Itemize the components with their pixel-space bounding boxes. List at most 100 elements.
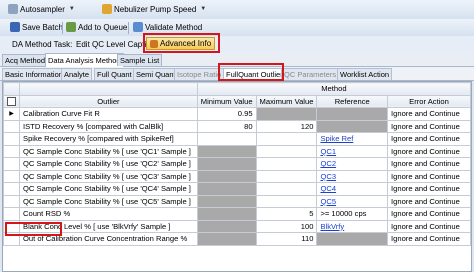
max-value-cell[interactable]: 110 [255, 232, 318, 246]
outlier-cell[interactable]: Count RSD % [19, 207, 198, 221]
table-row[interactable]: ISTD Recovery % [compared with CalBlk] 80… [3, 119, 471, 133]
error-action-cell[interactable]: Ignore and Continue [387, 119, 471, 133]
table-row[interactable]: Blank Conc Level % [ use 'BlkVrfy' Sampl… [3, 219, 471, 233]
table-row[interactable]: ▶ Calibration Curve Fit R 0.95 Ignore and C… [3, 107, 471, 121]
min-value-cell[interactable] [196, 182, 257, 196]
table-row[interactable]: QC Sample Conc Stability % [ use 'QC5' S… [3, 194, 471, 208]
error-action-cell[interactable]: Ignore and Continue [387, 219, 471, 233]
tab-data-analysis-method[interactable]: Data Analysis Method [45, 53, 124, 67]
outlier-cell[interactable]: QC Sample Conc Stability % [ use 'QC2' S… [19, 157, 198, 171]
reference-cell[interactable]: QC3 [316, 169, 389, 183]
max-value-cell[interactable] [255, 107, 318, 121]
row-indicator [3, 182, 20, 196]
table-row[interactable]: Spike Recovery % [compared with SpikeRef… [3, 132, 471, 146]
min-value-cell[interactable] [196, 169, 257, 183]
outlier-cell[interactable]: QC Sample Conc Stability % [ use 'QC5' S… [19, 194, 198, 208]
nebulizer-dropdown[interactable]: Nebulizer Pump Speed ▼ [102, 4, 206, 14]
tab-qc-parameters[interactable]: QC Parameters [281, 68, 340, 80]
row-indicator [3, 119, 20, 133]
max-value-cell[interactable] [255, 194, 318, 208]
outlier-cell[interactable]: QC Sample Conc Stability % [ use 'QC1' S… [19, 144, 198, 158]
tab-semi-quant[interactable]: Semi Quant [133, 68, 179, 80]
reference-link[interactable]: Spike Ref [320, 134, 353, 143]
reference-link[interactable]: QC3 [320, 172, 336, 181]
reference-cell[interactable] [316, 119, 389, 133]
reference-cell[interactable]: QC5 [316, 194, 389, 208]
min-value-cell[interactable] [196, 194, 257, 208]
reference-link[interactable]: QC2 [320, 159, 336, 168]
min-value-cell[interactable] [196, 207, 257, 221]
select-all-checkbox[interactable] [7, 97, 16, 106]
error-action-cell[interactable]: Ignore and Continue [387, 194, 471, 208]
outlier-cell[interactable]: ISTD Recovery % [compared with CalBlk] [19, 119, 198, 133]
max-value-cell[interactable] [255, 132, 318, 146]
max-value-cell[interactable] [255, 144, 318, 158]
reference-cell[interactable] [316, 107, 389, 121]
reference-cell[interactable] [316, 232, 389, 246]
tab-isotope-ratio[interactable]: Isotope Ratio [174, 68, 225, 80]
min-value-cell[interactable] [196, 144, 257, 158]
validate-method-button[interactable]: Validate Method [133, 22, 202, 32]
autosampler-dropdown[interactable]: Autosampler ▼ [8, 4, 75, 14]
col-outlier[interactable]: Outlier [19, 94, 198, 108]
error-action-cell[interactable]: Ignore and Continue [387, 232, 471, 246]
tab-acq-method[interactable]: Acq Method [2, 54, 49, 66]
min-value-cell[interactable] [196, 219, 257, 233]
error-action-cell[interactable]: Ignore and Continue [387, 169, 471, 183]
min-value-cell[interactable] [196, 232, 257, 246]
table-row[interactable]: QC Sample Conc Stability % [ use 'QC2' S… [3, 157, 471, 171]
outlier-cell[interactable]: QC Sample Conc Stability % [ use 'QC3' S… [19, 169, 198, 183]
tab-sample-list[interactable]: Sample List [117, 54, 163, 66]
reference-cell[interactable]: BlkVrfy [316, 219, 389, 233]
max-value-cell[interactable]: 120 [255, 119, 318, 133]
error-action-cell[interactable]: Ignore and Continue [387, 182, 471, 196]
reference-cell[interactable]: QC2 [316, 157, 389, 171]
outlier-cell[interactable]: Spike Recovery % [compared with SpikeRef… [19, 132, 198, 146]
tab-analyte[interactable]: Analyte [61, 68, 93, 80]
toolbar-separator [62, 22, 63, 34]
table-row[interactable]: QC Sample Conc Stability % [ use 'QC3' S… [3, 169, 471, 183]
max-value-cell[interactable]: 100 [255, 219, 318, 233]
error-action-cell[interactable]: Ignore and Continue [387, 107, 471, 121]
min-value-cell[interactable] [196, 157, 257, 171]
outlier-cell-text: QC Sample Conc Stability % [ use 'QC5' S… [23, 196, 191, 206]
table-row[interactable]: Out of Calibration Curve Concentration R… [3, 232, 471, 246]
error-action-cell[interactable]: Ignore and Continue [387, 144, 471, 158]
row-indicator [3, 132, 20, 146]
reference-cell[interactable]: Spike Ref [316, 132, 389, 146]
table-row[interactable]: Count RSD % 5 >= 10000 cps Ignore and Conti… [3, 207, 471, 221]
outlier-cell[interactable]: Calibration Curve Fit R [19, 107, 198, 121]
max-value-cell[interactable] [255, 169, 318, 183]
add-to-queue-button[interactable]: Add to Queue [66, 22, 127, 32]
col-max-value[interactable]: Maximum Value [255, 94, 318, 108]
col-reference[interactable]: Reference [316, 94, 389, 108]
max-value-cell[interactable] [255, 157, 318, 171]
col-error-action[interactable]: Error Action [387, 94, 471, 108]
min-value-cell[interactable]: 80 [196, 119, 257, 133]
max-value-cell[interactable]: 5 [255, 207, 318, 221]
min-value-cell[interactable] [196, 132, 257, 146]
error-action-cell[interactable]: Ignore and Continue [387, 157, 471, 171]
column-header-row: Outlier Minimum Value Maximum Value Refe… [3, 94, 471, 108]
max-value-cell[interactable] [255, 182, 318, 196]
reference-link[interactable]: QC5 [320, 197, 336, 206]
table-row[interactable]: QC Sample Conc Stability % [ use 'QC1' S… [3, 144, 471, 158]
reference-link[interactable]: QC4 [320, 184, 336, 193]
reference-cell[interactable]: >= 10000 cps [316, 207, 389, 221]
tab-worklist-action[interactable]: Worklist Action [337, 68, 393, 80]
min-value-cell[interactable]: 0.95 [196, 107, 257, 121]
reference-link[interactable]: BlkVrfy [320, 222, 344, 231]
save-batch-button[interactable]: Save Batch [10, 22, 63, 32]
reference-cell[interactable]: QC1 [316, 144, 389, 158]
table-row[interactable]: QC Sample Conc Stability % [ use 'QC4' S… [3, 182, 471, 196]
tab-basic-information[interactable]: Basic Information [2, 68, 66, 80]
reference-link[interactable]: QC1 [320, 147, 336, 156]
error-action-cell[interactable]: Ignore and Continue [387, 132, 471, 146]
outlier-cell[interactable]: QC Sample Conc Stability % [ use 'QC4' S… [19, 182, 198, 196]
error-action-cell-text: Ignore and Continue [391, 121, 460, 131]
col-min-value[interactable]: Minimum Value [196, 94, 257, 108]
tab-full-quant[interactable]: Full Quant [94, 68, 135, 80]
max-value-cell-text: 100 [300, 221, 314, 231]
error-action-cell[interactable]: Ignore and Continue [387, 207, 471, 221]
reference-cell[interactable]: QC4 [316, 182, 389, 196]
